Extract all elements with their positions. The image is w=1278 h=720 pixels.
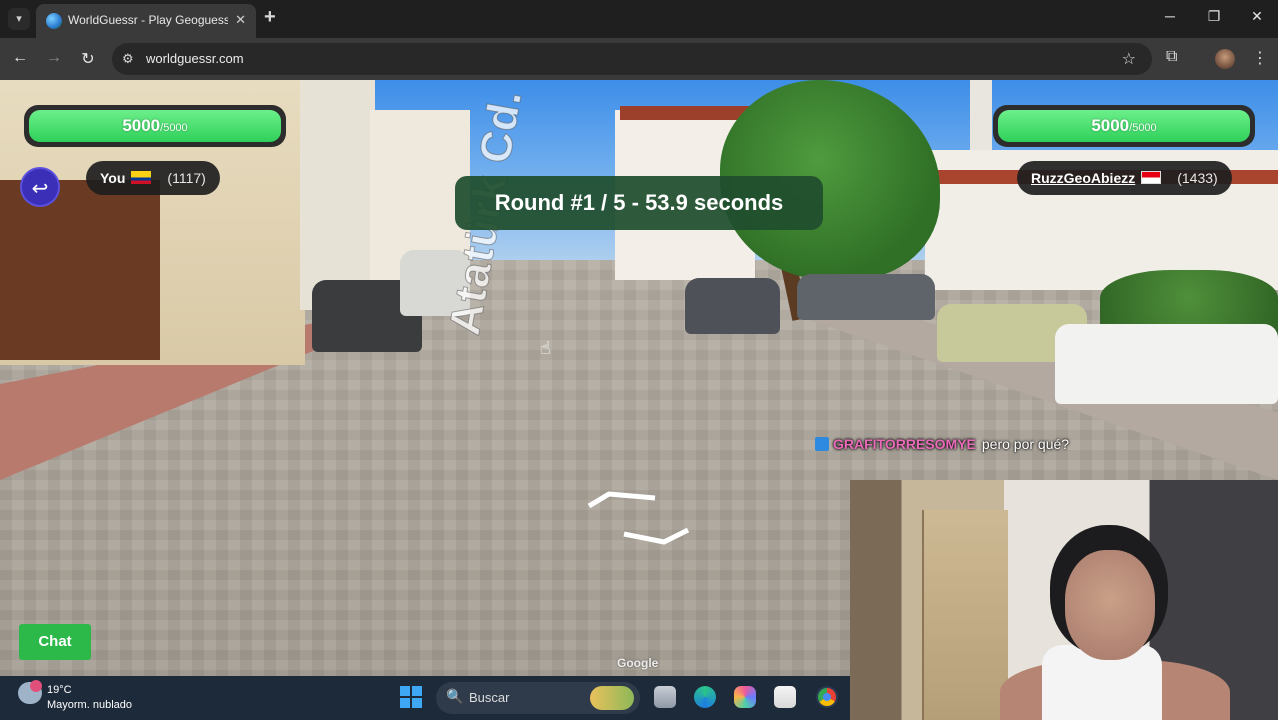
weather-temperature[interactable]: 19°C — [47, 684, 72, 696]
profile-avatar[interactable] — [1215, 49, 1235, 69]
weather-alert-badge — [30, 680, 42, 692]
webcam-wardrobe — [922, 510, 1008, 720]
google-attribution: Google — [617, 656, 659, 670]
new-tab-plus-icon[interactable]: + — [264, 6, 276, 29]
tab-worldguessr[interactable]: WorldGuessr - Play Geoguessr Free ✕ — [36, 4, 256, 38]
opponent-name[interactable]: RuzzGeoAbiezz — [1031, 170, 1135, 186]
extensions-puzzle-icon[interactable]: ⧉ — [1166, 48, 1177, 66]
file-explorer-icon[interactable] — [654, 686, 676, 708]
bookmark-star-icon[interactable]: ☆ — [1122, 49, 1136, 69]
parked-car — [685, 278, 780, 334]
chat-message: GRAFITORRESOMYE pero por qué? — [815, 436, 1069, 452]
search-placeholder: Buscar — [469, 690, 510, 705]
player-health-bar: 5000/5000 — [24, 105, 286, 147]
copilot-icon[interactable] — [734, 686, 756, 708]
forward-arrow-icon[interactable]: → — [44, 49, 64, 67]
tab-title: WorldGuessr - Play Geoguessr Free — [68, 13, 228, 27]
return-button[interactable]: ↩ — [20, 167, 60, 207]
restore-icon[interactable]: ❐ — [1204, 8, 1224, 25]
windows-start-icon[interactable] — [400, 686, 422, 708]
chat-text: pero por qué? — [981, 436, 1070, 452]
webcam-person-face — [1065, 550, 1155, 660]
player-health-fill: 5000/5000 — [29, 110, 281, 142]
webcam-overlay — [850, 480, 1278, 720]
opponent-info-pill: RuzzGeoAbiezz (1433) — [1017, 161, 1232, 195]
player-elo: (1117) — [167, 170, 206, 186]
center-roof — [620, 106, 750, 120]
opponent-health-fill: 5000/5000 — [998, 110, 1250, 142]
shop-front — [0, 180, 160, 360]
site-info-icon[interactable]: ⚙ — [122, 51, 134, 67]
player-health-value: 5000 — [122, 116, 161, 135]
chat-sender: GRAFITORRESOMYE — [833, 436, 976, 452]
move-forward-arrow-icon[interactable] — [585, 490, 659, 508]
browser-toolbar: ← → ↻ ⚙ worldguessr.com ☆ ⧉ ⋮ — [0, 38, 1278, 80]
chat-emote-icon — [815, 437, 829, 451]
back-arrow-icon[interactable]: ← — [10, 49, 30, 67]
move-backward-arrow-icon[interactable] — [620, 528, 694, 552]
windows-taskbar: 19°C Mayorm. nublado 🔍 Buscar — [0, 676, 850, 720]
browser-tabstrip: ▾ WorldGuessr - Play Geoguessr Free ✕ + … — [0, 0, 1278, 38]
indonesia-flag-icon — [1141, 171, 1162, 184]
microsoft-store-icon[interactable] — [774, 686, 796, 708]
parked-car — [1055, 324, 1278, 404]
globe-favicon-icon — [46, 13, 62, 29]
opponent-elo: (1433) — [1177, 170, 1218, 186]
search-highlight-art — [590, 686, 634, 710]
tab-list-chevron-icon[interactable]: ▾ — [8, 8, 30, 30]
left-building-2 — [300, 80, 375, 310]
chrome-center-dot — [823, 693, 831, 701]
taskbar-search[interactable]: 🔍 Buscar — [436, 682, 640, 714]
reload-icon[interactable]: ↻ — [78, 49, 98, 69]
weather-description[interactable]: Mayorm. nublado — [47, 699, 132, 711]
opponent-health-value: 5000 — [1091, 116, 1130, 135]
minimize-icon[interactable]: ─ — [1160, 8, 1180, 24]
opponent-health-bar: 5000/5000 — [993, 105, 1255, 147]
search-icon: 🔍 — [446, 688, 464, 704]
colombia-flag-icon — [131, 171, 152, 184]
player-name: You — [100, 170, 126, 186]
round-timer-banner: Round #1 / 5 - 53.9 seconds — [455, 176, 823, 230]
address-bar[interactable]: ⚙ worldguessr.com ☆ — [112, 43, 1152, 75]
player-info-pill: You (1117) — [86, 161, 220, 195]
chat-button[interactable]: Chat — [19, 624, 91, 660]
window-close-icon[interactable]: ✕ — [1247, 8, 1267, 25]
opponent-health-max: /5000 — [1129, 122, 1157, 134]
edge-browser-icon[interactable] — [694, 686, 716, 708]
player-health-max: /5000 — [160, 122, 188, 134]
url-text[interactable]: worldguessr.com — [146, 51, 244, 66]
tab-close-icon[interactable]: ✕ — [235, 12, 246, 28]
parked-van — [797, 274, 935, 320]
hand-cursor-icon: ☝ — [540, 338, 551, 358]
browser-menu-icon[interactable]: ⋮ — [1252, 48, 1268, 68]
